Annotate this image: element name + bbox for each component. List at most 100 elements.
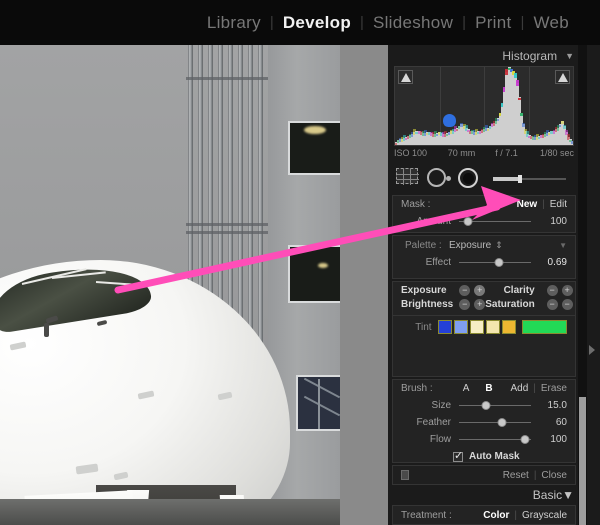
- metadata-aperture: f / 7.1: [495, 148, 518, 158]
- exposure-buttons: − +: [453, 285, 486, 296]
- exposure-plus-button[interactable]: +: [474, 285, 486, 296]
- histogram-channel-fringe: [513, 72, 517, 78]
- module-item-slideshow[interactable]: Slideshow: [364, 13, 462, 33]
- module-picker-bar: Library | Develop | Slideshow | Print | …: [0, 0, 600, 45]
- auto-mask-row[interactable]: Auto Mask: [393, 448, 575, 465]
- pitot-probe: [44, 323, 49, 337]
- flow-slider[interactable]: [459, 433, 531, 447]
- hangar-window-lower: [296, 375, 340, 431]
- histogram-plot: [395, 67, 573, 145]
- chevron-down-icon[interactable]: ▼: [559, 241, 567, 250]
- spot-removal-icon: [427, 168, 451, 187]
- treatment-color-button[interactable]: Color: [483, 510, 509, 521]
- tint-current-color[interactable]: [521, 320, 567, 334]
- chevron-down-icon[interactable]: ▼: [562, 488, 574, 502]
- size-slider[interactable]: [459, 399, 531, 413]
- hangar-window-upper: [288, 121, 340, 175]
- tint-swatch[interactable]: [469, 320, 484, 334]
- feather-label: Feather: [416, 417, 451, 428]
- metadata-shutter-speed: 1/80 sec: [539, 148, 574, 158]
- flow-value: 100: [550, 434, 567, 445]
- adjustment-brush-icon: [458, 168, 478, 188]
- saturation-label: Saturation: [485, 299, 535, 310]
- treatment-label: Treatment :: [401, 509, 452, 521]
- shadow-clipping-icon[interactable]: [398, 70, 413, 84]
- histogram-title: Histogram: [502, 49, 558, 63]
- adjustment-buttons-grid: Exposure − + Clarity − + Brightness − +: [393, 282, 575, 314]
- right-panel: Histogram ▼ ISO 100 70 mm f / 7.1 1/80 s…: [388, 45, 600, 525]
- effect-label: Effect: [425, 257, 451, 268]
- amount-slider[interactable]: [459, 215, 531, 229]
- flow-row: Flow 100: [393, 431, 575, 448]
- tint-row: Tint: [393, 317, 575, 337]
- brightness-minus-button[interactable]: −: [459, 299, 471, 310]
- metadata-iso: ISO 100: [394, 148, 428, 158]
- metadata-focal-length: 70 mm: [447, 148, 476, 158]
- chevron-down-icon[interactable]: ▼: [565, 51, 574, 61]
- mask-new-button[interactable]: New: [517, 199, 538, 210]
- saturation-minus-button[interactable]: −: [546, 299, 558, 310]
- effect-panel: Palette : Exposure ⇕ ▼ Effect 0.69: [392, 235, 576, 279]
- tint-swatch[interactable]: [437, 320, 452, 334]
- brush-erase-button[interactable]: Erase: [541, 383, 567, 394]
- brush-b-button[interactable]: B: [485, 383, 492, 394]
- brightness-buttons: − +: [453, 299, 486, 310]
- image-stage[interactable]: EBF: [0, 45, 388, 525]
- brush-settings-panel: Brush : A B Add | Erase Size 15.0 Feathe…: [392, 379, 576, 463]
- amount-label: Amount: [416, 216, 451, 227]
- lightroom-develop-window: Library | Develop | Slideshow | Print | …: [0, 0, 600, 525]
- mask-edit-button[interactable]: Edit: [550, 199, 567, 210]
- module-item-library[interactable]: Library: [198, 13, 270, 33]
- photo-preview[interactable]: EBF: [0, 45, 340, 525]
- brush-size-strip-slider[interactable]: [493, 169, 566, 189]
- tint-swatch[interactable]: [453, 320, 468, 334]
- feather-slider[interactable]: [459, 416, 531, 430]
- clarity-buttons: − +: [541, 285, 573, 296]
- size-value: 15.0: [547, 400, 567, 411]
- feather-row: Feather 60: [393, 414, 575, 431]
- auto-mask-checkbox[interactable]: [453, 450, 463, 462]
- brightness-plus-button[interactable]: +: [474, 299, 486, 310]
- spot-removal-tool[interactable]: [427, 168, 451, 190]
- develop-content: EBF Histogram ▼: [0, 45, 600, 525]
- effect-preset-name[interactable]: Exposure: [449, 240, 491, 251]
- crop-overlay-tool[interactable]: [396, 168, 419, 190]
- panel-switch-toggle[interactable]: [401, 470, 409, 480]
- tint-swatch[interactable]: [485, 320, 500, 334]
- clarity-plus-button[interactable]: +: [561, 285, 573, 296]
- histogram-channel-fringe: [562, 124, 566, 129]
- clarity-label: Clarity: [503, 285, 535, 296]
- histogram[interactable]: [394, 66, 574, 146]
- hangar-floor: [0, 499, 340, 525]
- histogram-channel-fringe: [521, 123, 525, 128]
- module-item-web[interactable]: Web: [524, 13, 578, 33]
- module-item-print[interactable]: Print: [466, 13, 520, 33]
- histogram-channel-fringe: [517, 98, 521, 101]
- histogram-panel-header[interactable]: Histogram ▼: [388, 45, 600, 67]
- close-button[interactable]: Close: [541, 470, 567, 481]
- tint-swatch[interactable]: [501, 320, 516, 334]
- effect-value: 0.69: [547, 257, 567, 268]
- highlight-clipping-icon[interactable]: [555, 70, 570, 84]
- brush-a-button[interactable]: A: [463, 383, 470, 394]
- treatment-grayscale-button[interactable]: Grayscale: [522, 510, 567, 521]
- brush-add-button[interactable]: Add: [510, 383, 528, 394]
- saturation-plus-button[interactable]: −: [561, 299, 573, 310]
- crop-icon: [396, 168, 419, 185]
- panel-collapse-arrow[interactable]: [589, 345, 595, 355]
- palette-label: Palette :: [405, 239, 442, 251]
- adjustment-brush-tool[interactable]: [458, 168, 480, 190]
- right-panel-scrollbar[interactable]: [578, 45, 587, 525]
- basic-panel-header[interactable]: Basic ▼: [388, 485, 600, 505]
- stage-gutter: [340, 45, 388, 525]
- exposure-minus-button[interactable]: −: [459, 285, 471, 296]
- palette-row: Palette : Exposure ⇕ ▼: [393, 236, 575, 254]
- clarity-minus-button[interactable]: −: [546, 285, 558, 296]
- module-item-develop[interactable]: Develop: [274, 13, 360, 33]
- scrollbar-thumb[interactable]: [579, 397, 586, 525]
- stepper-icon[interactable]: ⇕: [495, 240, 503, 251]
- size-label: Size: [431, 400, 451, 411]
- reset-button[interactable]: Reset: [503, 470, 529, 481]
- effect-slider[interactable]: [459, 256, 531, 270]
- size-row: Size 15.0: [393, 397, 575, 414]
